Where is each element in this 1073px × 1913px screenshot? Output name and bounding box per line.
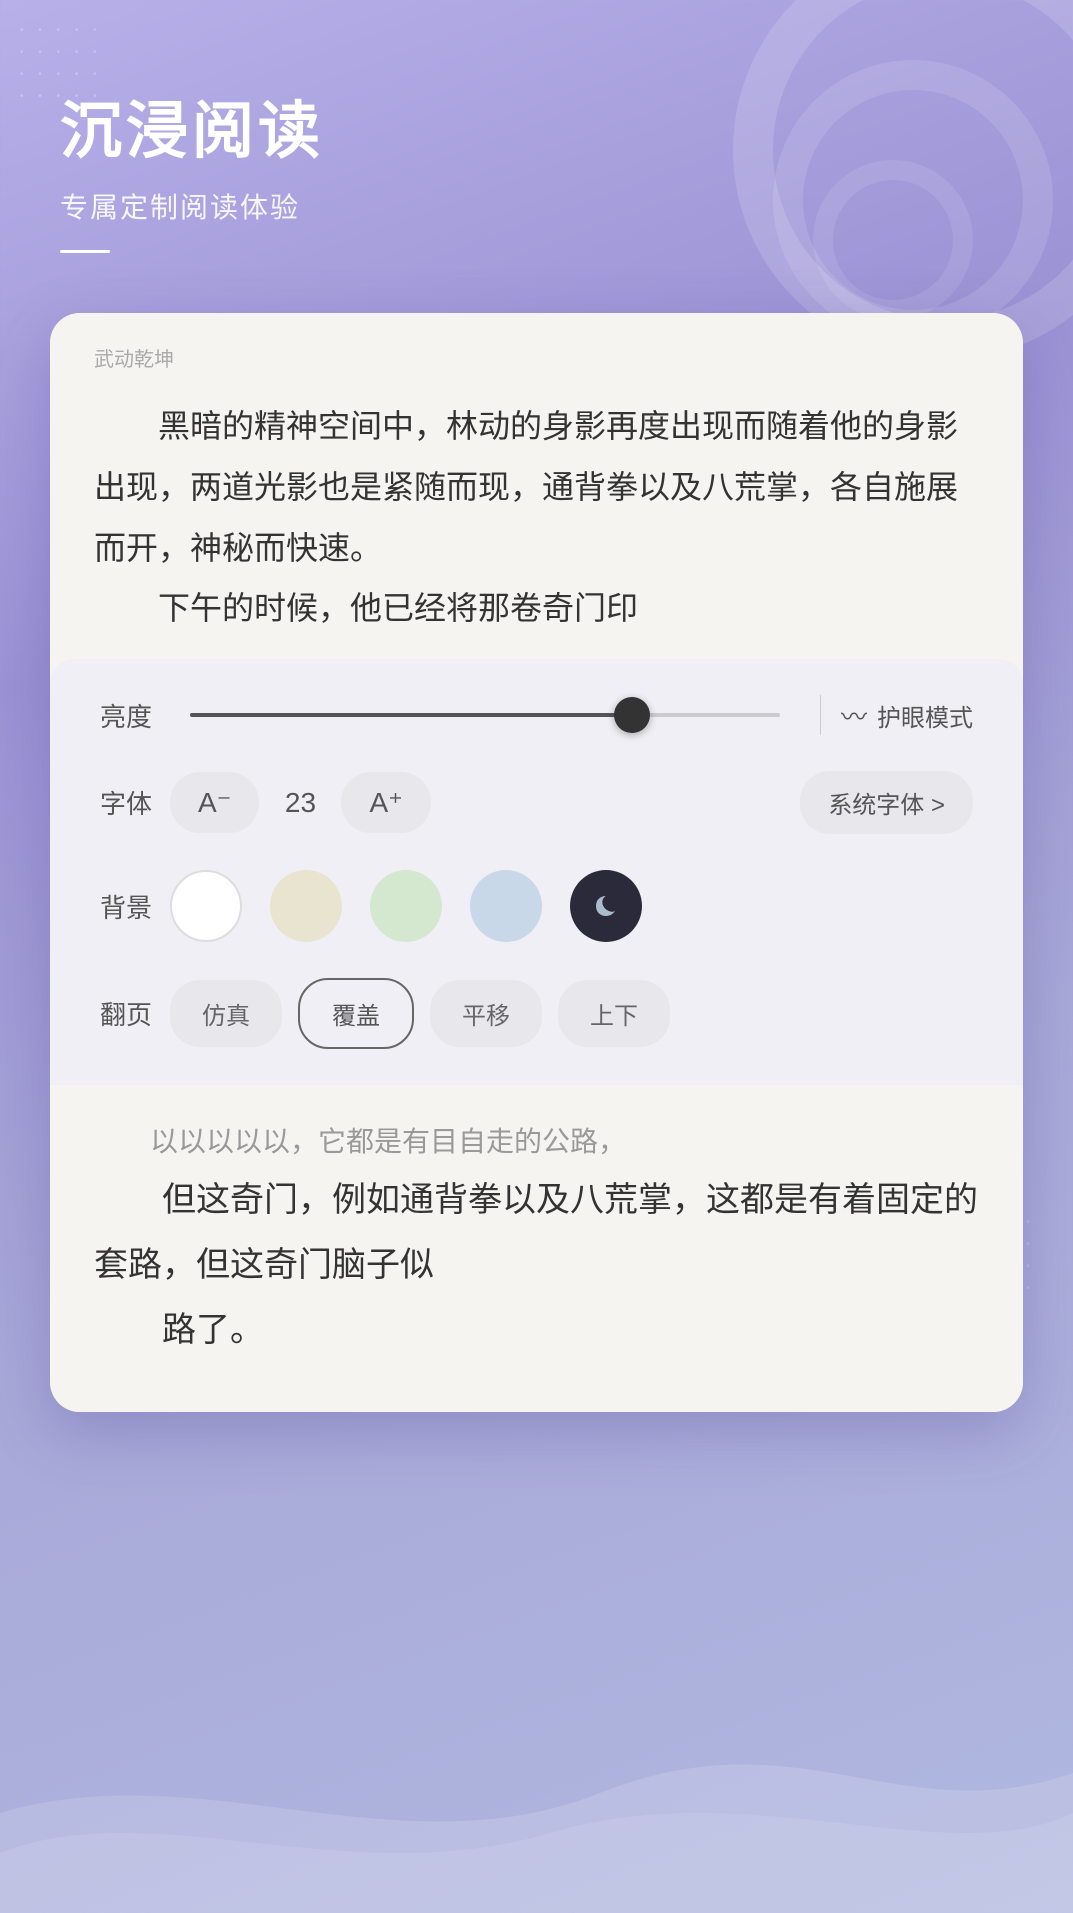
header: 沉浸阅读 专属定制阅读体验 (0, 0, 1073, 293)
bottom-paragraph-1: 但这奇门，例如通背拳以及八荒掌，这都是有着固定的套路，但这奇门脑子似 (94, 1168, 979, 1297)
brightness-label: 亮度 (100, 697, 170, 734)
bottom-paragraph-2: 路了。 (94, 1298, 979, 1363)
background-row: 背景 (100, 870, 973, 942)
slider-fill (190, 713, 632, 717)
slider-track[interactable] (190, 713, 780, 717)
main-title: 沉浸阅读 (60, 80, 1013, 170)
page-btn-simulate[interactable]: 仿真 (170, 980, 282, 1047)
bg-green-option[interactable] (370, 870, 442, 942)
book-title: 武动乾坤 (94, 343, 979, 372)
font-controls: A⁻ 23 A⁺ 系统字体 > (170, 771, 973, 834)
bg-label: 背景 (100, 888, 170, 925)
bg-blue-option[interactable] (470, 870, 542, 942)
blur-line: 以以以以以，它都是有目自走的公路， (94, 1115, 979, 1168)
bg-options (170, 870, 973, 942)
title-divider (60, 250, 110, 253)
moon-icon (590, 890, 622, 922)
font-label: 字体 (100, 784, 170, 821)
page-btn-vertical[interactable]: 上下 (558, 980, 670, 1047)
page-label: 翻页 (100, 995, 170, 1032)
settings-panel: 亮度 〰 护眼模式 字体 A⁻ 23 (50, 659, 1023, 1085)
slider-thumb[interactable] (614, 697, 650, 733)
bg-dark-option[interactable] (570, 870, 642, 942)
bg-beige-option[interactable] (270, 870, 342, 942)
reader-card: 武动乾坤 黑暗的精神空间中，林动的身影再度出现而随着他的身影出现，两道光影也是紧… (50, 313, 1023, 1412)
page-btn-slide[interactable]: 平移 (430, 980, 542, 1047)
page-btn-cover[interactable]: 覆盖 (298, 978, 414, 1049)
bottom-wave-decoration (0, 1713, 1073, 1913)
reader-text-main: 黑暗的精神空间中，林动的身影再度出现而随着他的身影出现，两道光影也是紧随而现，通… (94, 396, 979, 639)
divider-vertical (820, 695, 821, 735)
font-family-button[interactable]: 系统字体 > (800, 771, 973, 834)
page-options: 仿真 覆盖 平移 上下 (170, 978, 973, 1049)
eye-icon: 〰 (841, 697, 867, 734)
font-increase-button[interactable]: A⁺ (341, 772, 430, 833)
brightness-row: 亮度 〰 护眼模式 (100, 695, 973, 735)
bg-white-option[interactable] (170, 870, 242, 942)
eye-mode[interactable]: 〰 护眼模式 (841, 697, 973, 734)
font-size-display: 23 (275, 787, 325, 819)
brightness-slider-container[interactable] (190, 713, 780, 717)
reader-paragraph-2: 下午的时候，他已经将那卷奇门印 (94, 578, 979, 639)
sub-title: 专属定制阅读体验 (60, 186, 1013, 226)
font-decrease-button[interactable]: A⁻ (170, 772, 259, 833)
page-turn-row: 翻页 仿真 覆盖 平移 上下 (100, 978, 973, 1049)
eye-mode-label: 护眼模式 (877, 698, 973, 733)
reader-paragraph-1: 黑暗的精神空间中，林动的身影再度出现而随着他的身影出现，两道光影也是紧随而现，通… (94, 396, 979, 578)
bottom-reader: 以以以以以，它都是有目自走的公路， 但这奇门，例如通背拳以及八荒掌，这都是有着固… (50, 1085, 1023, 1412)
bottom-reader-text: 以以以以以，它都是有目自走的公路， 但这奇门，例如通背拳以及八荒掌，这都是有着固… (94, 1115, 979, 1362)
reader-content-top: 武动乾坤 黑暗的精神空间中，林动的身影再度出现而随着他的身影出现，两道光影也是紧… (50, 313, 1023, 659)
font-row: 字体 A⁻ 23 A⁺ 系统字体 > (100, 771, 973, 834)
